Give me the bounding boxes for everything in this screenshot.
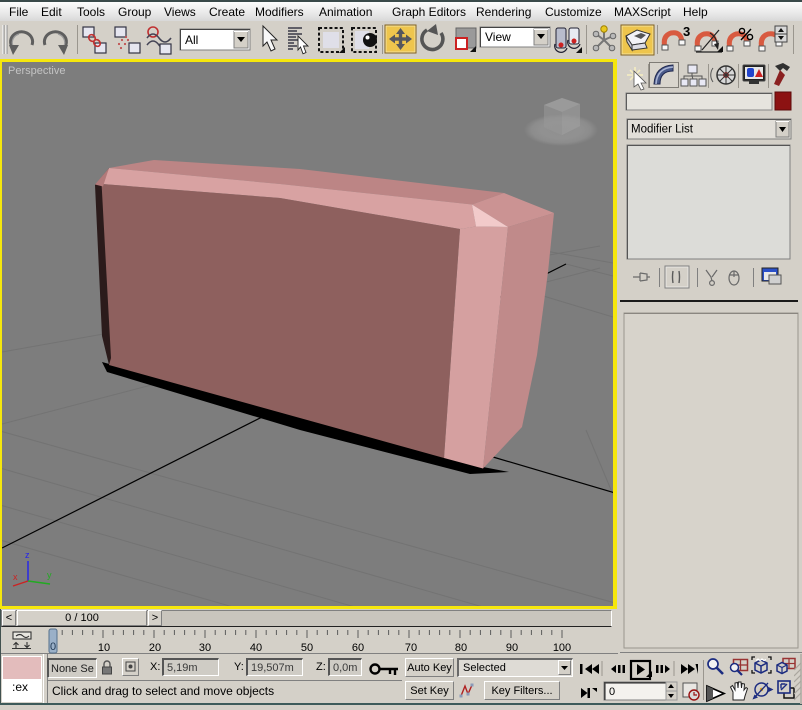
svg-text:0: 0 <box>50 641 56 653</box>
svg-text:3: 3 <box>683 24 690 39</box>
svg-text:Perspective: Perspective <box>8 65 65 77</box>
svg-text:60: 60 <box>352 642 364 654</box>
svg-text:10: 10 <box>98 642 110 654</box>
svg-text:View: View <box>485 30 511 44</box>
svg-text:y: y <box>47 570 52 580</box>
svg-text:80: 80 <box>455 642 467 654</box>
svg-text:Modifier List: Modifier List <box>631 124 694 136</box>
svg-text:x: x <box>13 572 18 582</box>
svg-text:30: 30 <box>199 642 211 654</box>
svg-text:50: 50 <box>301 642 313 654</box>
svg-text:90: 90 <box>506 642 518 654</box>
svg-text:z: z <box>25 550 30 560</box>
svg-text:All: All <box>185 33 198 47</box>
svg-text:70: 70 <box>405 642 417 654</box>
svg-text:40: 40 <box>250 642 262 654</box>
svg-text:0: 0 <box>609 686 615 698</box>
svg-text:100: 100 <box>553 642 571 654</box>
svg-text:20: 20 <box>149 642 161 654</box>
